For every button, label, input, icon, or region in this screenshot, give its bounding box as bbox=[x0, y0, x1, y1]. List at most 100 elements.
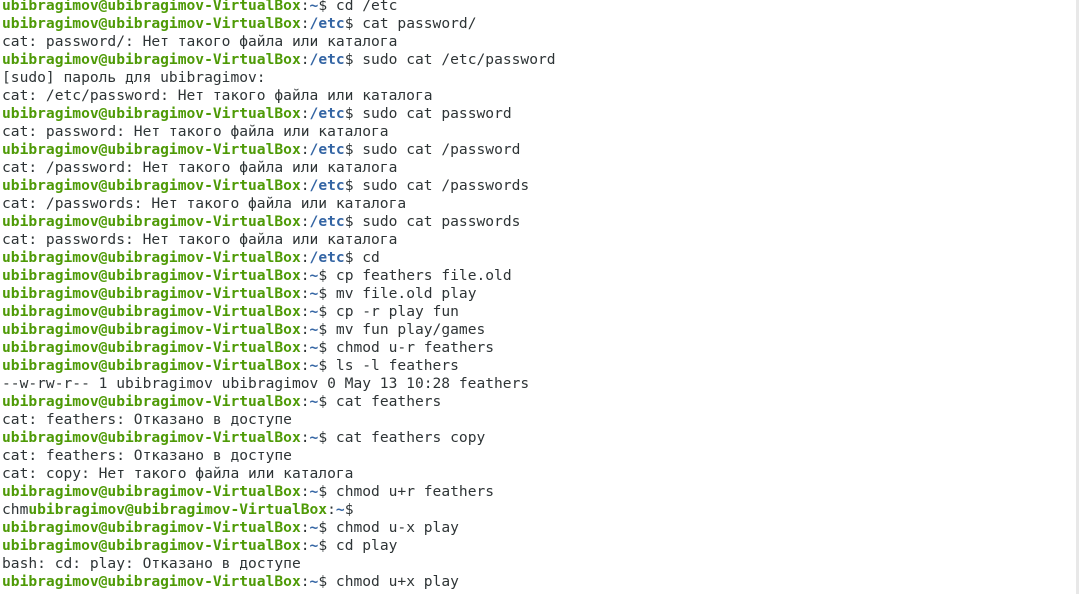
prompt-user-host: ubibragimov@ubibragimov-VirtualBox bbox=[2, 303, 301, 320]
prompt-path: ~ bbox=[309, 393, 319, 410]
command-text: sudo cat passwords bbox=[353, 213, 521, 230]
output-line: cat: password: Нет такого файла или ката… bbox=[2, 123, 1079, 141]
command-text: chmod u-x play bbox=[327, 519, 459, 536]
command-text: cat feathers bbox=[327, 393, 442, 410]
prompt-line: ubibragimov@ubibragimov-VirtualBox:~$ cp… bbox=[2, 303, 459, 320]
prompt-path: /etc bbox=[309, 51, 345, 68]
command-text: cat password/ bbox=[353, 15, 477, 32]
prompt-path: /etc bbox=[309, 105, 345, 122]
prompt-user-host: ubibragimov@ubibragimov-VirtualBox bbox=[2, 483, 301, 500]
prompt-path: ~ bbox=[309, 519, 319, 536]
command-text: mv fun play/games bbox=[327, 321, 486, 338]
prompt-user-host: ubibragimov@ubibragimov-VirtualBox bbox=[2, 357, 301, 374]
prompt-user-host: ubibragimov@ubibragimov-VirtualBox bbox=[2, 537, 301, 554]
prompt-path: ~ bbox=[309, 483, 319, 500]
prompt-line: ubibragimov@ubibragimov-VirtualBox:~$ ls… bbox=[2, 357, 459, 374]
prompt-prefix-text: chm bbox=[2, 501, 29, 518]
prompt-path: ~ bbox=[309, 285, 319, 302]
prompt-line: ubibragimov@ubibragimov-VirtualBox:~$ ch… bbox=[2, 519, 459, 536]
output-line: cat: passwords: Нет такого файла или кат… bbox=[2, 231, 1079, 249]
output-text: cat: feathers: Отказано в доступе bbox=[2, 447, 292, 464]
prompt-line: ubibragimov@ubibragimov-VirtualBox:/etc$… bbox=[2, 249, 380, 266]
output-text: cat: /passwords: Нет такого файла или ка… bbox=[2, 195, 407, 212]
prompt-path: /etc bbox=[309, 249, 345, 266]
output-line: [sudo] пароль для ubibragimov: bbox=[2, 69, 1079, 87]
output-line: cat: /password: Нет такого файла или кат… bbox=[2, 159, 1079, 177]
prompt-line: ubibragimov@ubibragimov-VirtualBox:/etc$… bbox=[2, 141, 521, 158]
command-text: mv file.old play bbox=[327, 285, 477, 302]
output-line: --w-rw-r-- 1 ubibragimov ubibragimov 0 M… bbox=[2, 375, 1079, 393]
output-line: bash: cd: play: Отказано в доступе bbox=[2, 555, 1079, 573]
prompt-line: ubibragimov@ubibragimov-VirtualBox:~$ ch… bbox=[2, 339, 495, 356]
prompt-line: ubibragimov@ubibragimov-VirtualBox:~$ cd… bbox=[2, 0, 1079, 15]
output-text: cat: passwords: Нет такого файла или кат… bbox=[2, 231, 398, 248]
output-line: cat: /etc/password: Нет такого файла или… bbox=[2, 87, 1079, 105]
prompt-user-host: ubibragimov@ubibragimov-VirtualBox bbox=[2, 105, 301, 122]
command-text: cd /etc bbox=[327, 0, 398, 14]
prompt-path: /etc bbox=[309, 141, 345, 158]
command-text: cp feathers file.old bbox=[327, 267, 512, 284]
output-text: cat: password: Нет такого файла или ката… bbox=[2, 123, 389, 140]
prompt-user-host: ubibragimov@ubibragimov-VirtualBox bbox=[2, 213, 301, 230]
prompt-user-host: ubibragimov@ubibragimov-VirtualBox bbox=[2, 51, 301, 68]
prompt-path: ~ bbox=[309, 267, 319, 284]
prompt-line: ubibragimov@ubibragimov-VirtualBox:~$ ca… bbox=[2, 393, 442, 410]
prompt-user-host: ubibragimov@ubibragimov-VirtualBox bbox=[28, 501, 328, 518]
output-line: cat: feathers: Отказано в доступе bbox=[2, 411, 1079, 429]
prompt-line: ubibragimov@ubibragimov-VirtualBox:~$ ch… bbox=[2, 483, 495, 500]
terminal-window[interactable]: ubibragimov@ubibragimov-VirtualBox:~$ cd… bbox=[0, 0, 1079, 594]
prompt-path: ~ bbox=[309, 357, 319, 374]
prompt-path: /etc bbox=[309, 15, 345, 32]
prompt-path: ~ bbox=[335, 501, 345, 518]
output-line: cat: password/: Нет такого файла или кат… bbox=[2, 33, 1079, 51]
prompt-line: ubibragimov@ubibragimov-VirtualBox:~$ cp… bbox=[2, 267, 512, 284]
prompt-user-host: ubibragimov@ubibragimov-VirtualBox bbox=[2, 141, 301, 158]
prompt-path: ~ bbox=[309, 537, 319, 554]
prompt-path: ~ bbox=[309, 339, 319, 356]
output-line: cat: /passwords: Нет такого файла или ка… bbox=[2, 195, 1079, 213]
prompt-line: ubibragimov@ubibragimov-VirtualBox:/etc$… bbox=[2, 51, 556, 68]
prompt-path: ~ bbox=[309, 0, 319, 14]
command-text: cd bbox=[353, 249, 380, 266]
prompt-user-host: ubibragimov@ubibragimov-VirtualBox bbox=[2, 573, 301, 590]
output-text: cat: /password: Нет такого файла или кат… bbox=[2, 159, 398, 176]
output-text: cat: password/: Нет такого файла или кат… bbox=[2, 33, 398, 50]
command-text: cat feathers copy bbox=[327, 429, 486, 446]
command-text: chmod u+x play bbox=[327, 573, 459, 590]
command-text: sudo cat /password bbox=[353, 141, 521, 158]
prompt-line: ubibragimov@ubibragimov-VirtualBox:/etc$… bbox=[2, 177, 530, 194]
command-text: sudo cat password bbox=[353, 105, 512, 122]
command-text: cd play bbox=[327, 537, 398, 554]
prompt-line: ubibragimov@ubibragimov-VirtualBox:~$ cd… bbox=[2, 537, 398, 554]
prompt-user-host: ubibragimov@ubibragimov-VirtualBox bbox=[2, 393, 301, 410]
prompt-user-host: ubibragimov@ubibragimov-VirtualBox bbox=[2, 177, 301, 194]
prompt-user-host: ubibragimov@ubibragimov-VirtualBox bbox=[2, 267, 301, 284]
command-text: cp -r play fun bbox=[327, 303, 459, 320]
prompt-path: ~ bbox=[309, 321, 319, 338]
prompt-user-host: ubibragimov@ubibragimov-VirtualBox bbox=[2, 285, 301, 302]
output-text: --w-rw-r-- 1 ubibragimov ubibragimov 0 M… bbox=[2, 375, 530, 392]
prompt-user-host: ubibragimov@ubibragimov-VirtualBox bbox=[2, 321, 301, 338]
output-text: [sudo] пароль для ubibragimov: bbox=[2, 69, 266, 86]
prompt-path: /etc bbox=[309, 177, 345, 194]
prompt-user-host: ubibragimov@ubibragimov-VirtualBox bbox=[2, 15, 301, 32]
prompt-user-host: ubibragimov@ubibragimov-VirtualBox bbox=[2, 249, 301, 266]
prompt-user-host: ubibragimov@ubibragimov-VirtualBox bbox=[2, 519, 301, 536]
prompt-path: ~ bbox=[309, 573, 319, 590]
prompt-line: ubibragimov@ubibragimov-VirtualBox:/etc$… bbox=[2, 213, 521, 230]
output-line: cat: copy: Нет такого файла или каталога bbox=[2, 465, 1079, 483]
prompt-line: ubibragimov@ubibragimov-VirtualBox:~$ ca… bbox=[2, 429, 486, 446]
command-text: sudo cat /passwords bbox=[353, 177, 530, 194]
output-text: cat: feathers: Отказано в доступе bbox=[2, 411, 292, 428]
output-text: cat: copy: Нет такого файла или каталога bbox=[2, 465, 354, 482]
prompt-path: /etc bbox=[309, 213, 345, 230]
prompt-user-host: ubibragimov@ubibragimov-VirtualBox bbox=[2, 339, 301, 356]
output-text: bash: cd: play: Отказано в доступе bbox=[2, 555, 301, 572]
command-text: chmod u+r feathers bbox=[327, 483, 495, 500]
command-text: ls -l feathers bbox=[327, 357, 459, 374]
prompt-user-host: ubibragimov@ubibragimov-VirtualBox bbox=[2, 429, 301, 446]
terminal-output: ubibragimov@ubibragimov-VirtualBox:~$ cd… bbox=[2, 0, 1079, 591]
prompt-path: ~ bbox=[309, 303, 319, 320]
output-line: cat: feathers: Отказано в доступе bbox=[2, 447, 1079, 465]
command-text: chmod u-r feathers bbox=[327, 339, 495, 356]
